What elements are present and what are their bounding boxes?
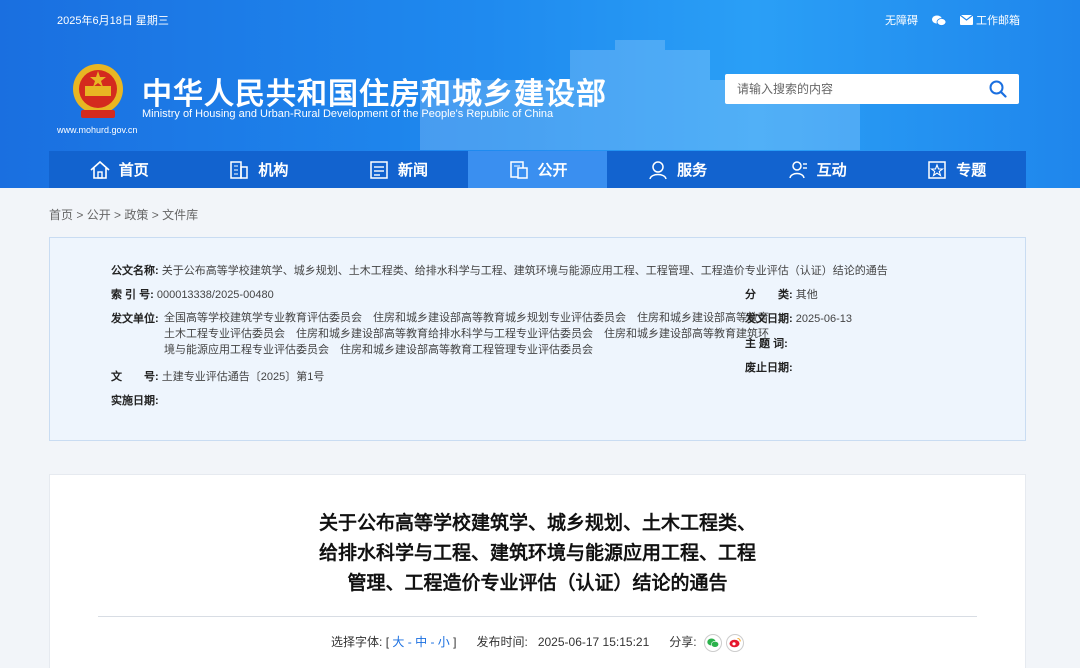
publish-time-label: 发布时间: (476, 635, 528, 649)
wechat-icon[interactable] (932, 15, 946, 26)
site-header: 2025年6月18日 星期三 无障碍 工作邮箱 中华人民共和国住房和城乡建设部 … (0, 0, 1080, 188)
article-card: 关于公布高等学校建筑学、城乡规划、土木工程类、 给排水科学与工程、建筑环境与能源… (49, 474, 1026, 668)
service-icon (649, 160, 667, 179)
nav-service[interactable]: 服务 (607, 151, 747, 188)
meta-index-value: 000013338/2025-00480 (156, 289, 274, 301)
breadcrumb-policy[interactable]: 政策 (124, 208, 148, 222)
font-size-large[interactable]: 大 (392, 635, 404, 649)
mailbox-label: 工作邮箱 (976, 15, 1020, 27)
article-title-line: 管理、工程造价专业评估（认证）结论的通告 (347, 573, 728, 594)
nav-home[interactable]: 首页 (49, 151, 189, 188)
current-date: 2025年6月18日 星期三 (57, 15, 169, 27)
meta-category-label: 分 类: (745, 289, 793, 301)
news-icon (370, 160, 388, 179)
nav-label: 公开 (537, 162, 568, 179)
mail-icon (960, 15, 973, 25)
font-size-medium[interactable]: 中 (415, 635, 427, 649)
breadcrumb: 首页 > 公开 > 政策 > 文件库 (49, 208, 199, 222)
nav-label: 互动 (816, 162, 847, 179)
nav-label: 专题 (956, 162, 987, 179)
meta-docno-label: 文 号: (111, 371, 159, 383)
meta-category-value: 其他 (795, 289, 818, 301)
meta-issuer-value: 全国高等学校建筑学专业教育评估委员会 住房和城乡建设部高等教育城乡规划专业评估委… (164, 312, 769, 356)
weibo-share-icon[interactable] (725, 633, 744, 652)
national-emblem-icon (73, 64, 123, 118)
meta-index-label: 索 引 号: (111, 289, 154, 301)
article-title: 关于公布高等学校建筑学、城乡规划、土木工程类、 给排水科学与工程、建筑环境与能源… (50, 509, 1025, 599)
site-url: www.mohurd.gov.cn (57, 125, 138, 135)
mailbox-link[interactable]: 工作邮箱 (960, 12, 1020, 28)
accessibility-link[interactable]: 无障碍 (885, 12, 918, 28)
breadcrumb-home[interactable]: 首页 (49, 208, 73, 222)
nav-label: 机构 (258, 162, 289, 179)
meta-effective-label: 实施日期: (111, 395, 159, 407)
meta-issue-date-label: 发文日期: (745, 313, 793, 325)
meta-abolish-label: 废止日期: (745, 362, 793, 374)
topic-icon (928, 160, 946, 179)
wechat-share-icon[interactable] (703, 633, 722, 652)
article-title-line: 给排水科学与工程、建筑环境与能源应用工程、工程 (318, 543, 756, 564)
main-nav: 首页 机构 新闻 公开 服务 互动 专题 (49, 151, 1026, 188)
meta-keywords-label: 主 题 词: (745, 338, 788, 350)
interact-icon (788, 160, 807, 178)
breadcrumb-library[interactable]: 文件库 (162, 208, 198, 222)
document-meta-box: 公文名称: 关于公布高等学校建筑学、城乡规划、土木工程类、给排水科学与工程、建筑… (49, 237, 1026, 441)
site-title[interactable]: 中华人民共和国住房和城乡建设部 (142, 69, 607, 113)
home-icon (90, 160, 110, 179)
search-box (725, 74, 1019, 104)
font-size-label: 选择字体: (331, 635, 383, 649)
font-size-small[interactable]: 小 (438, 635, 450, 649)
nav-institutions[interactable]: 机构 (189, 151, 329, 188)
nav-label: 首页 (118, 162, 149, 179)
nav-news[interactable]: 新闻 (328, 151, 468, 188)
search-icon[interactable] (989, 80, 1007, 98)
nav-open[interactable]: 公开 (467, 151, 608, 188)
nav-interact[interactable]: 互动 (747, 151, 887, 188)
open-icon (509, 160, 528, 179)
nav-label: 新闻 (397, 162, 428, 179)
nav-topic[interactable]: 专题 (886, 151, 1026, 188)
meta-name-value: 关于公布高等学校建筑学、城乡规划、土木工程类、给排水科学与工程、建筑环境与能源应… (161, 265, 888, 277)
share-label: 分享: (669, 635, 697, 649)
search-input[interactable] (725, 74, 975, 104)
article-info-bar: 选择字体: [ 大 - 中 - 小 ] 发布时间: 2025-06-17 15:… (50, 633, 1025, 652)
publish-time-value: 2025-06-17 15:15:21 (537, 635, 650, 649)
meta-issuer-label: 发文单位: (111, 313, 159, 325)
title-divider (98, 616, 977, 617)
nav-label: 服务 (677, 162, 708, 179)
article-title-line: 关于公布高等学校建筑学、城乡规划、土木工程类、 (318, 513, 756, 534)
breadcrumb-open[interactable]: 公开 (87, 208, 111, 222)
site-subtitle-en: Ministry of Housing and Urban-Rural Deve… (142, 108, 554, 120)
meta-name-label: 公文名称: (111, 265, 159, 277)
meta-issue-date-value: 2025-06-13 (795, 313, 853, 325)
building-icon (230, 160, 249, 179)
meta-docno-value: 土建专业评估通告〔2025〕第1号 (161, 371, 325, 383)
